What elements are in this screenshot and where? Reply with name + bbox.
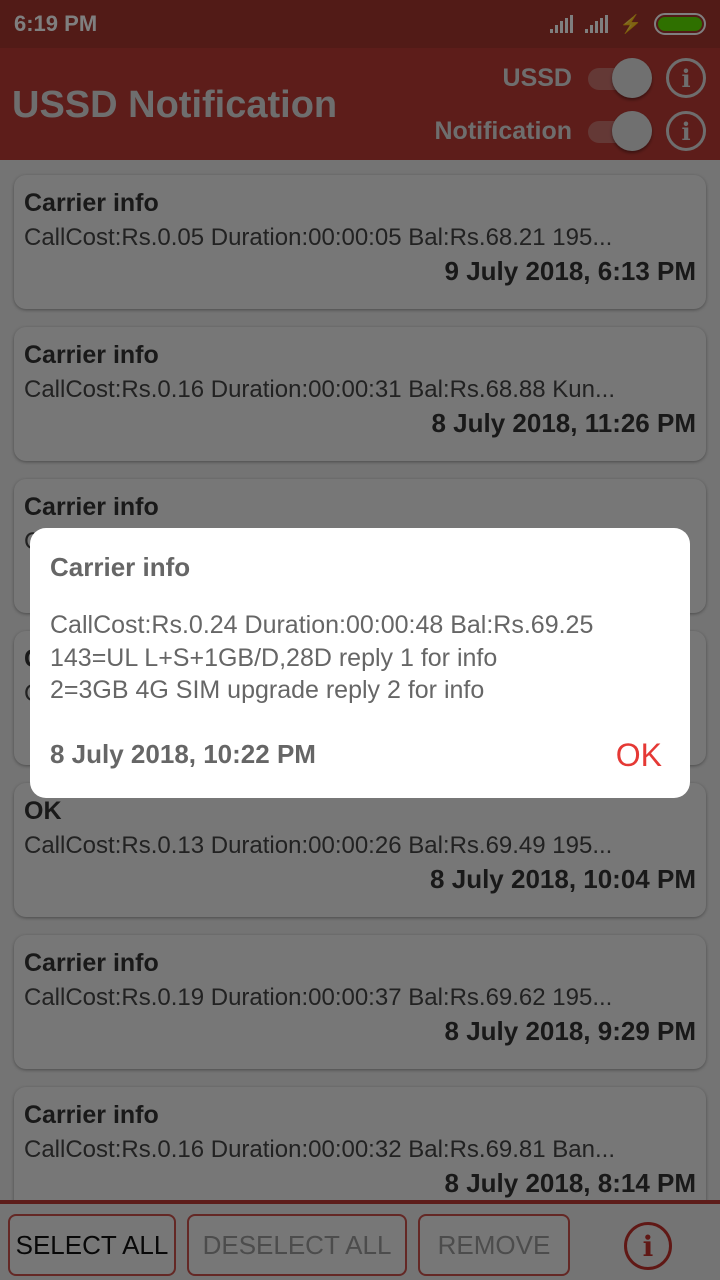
message-dialog: Carrier info CallCost:Rs.0.24 Duration:0… (30, 528, 690, 798)
ok-button[interactable]: OK (616, 737, 662, 774)
dialog-date: 8 July 2018, 10:22 PM (50, 739, 316, 769)
dialog-title: Carrier info (50, 552, 191, 582)
dialog-body: CallCost:Rs.0.24 Duration:00:00:48 Bal:R… (50, 611, 594, 704)
